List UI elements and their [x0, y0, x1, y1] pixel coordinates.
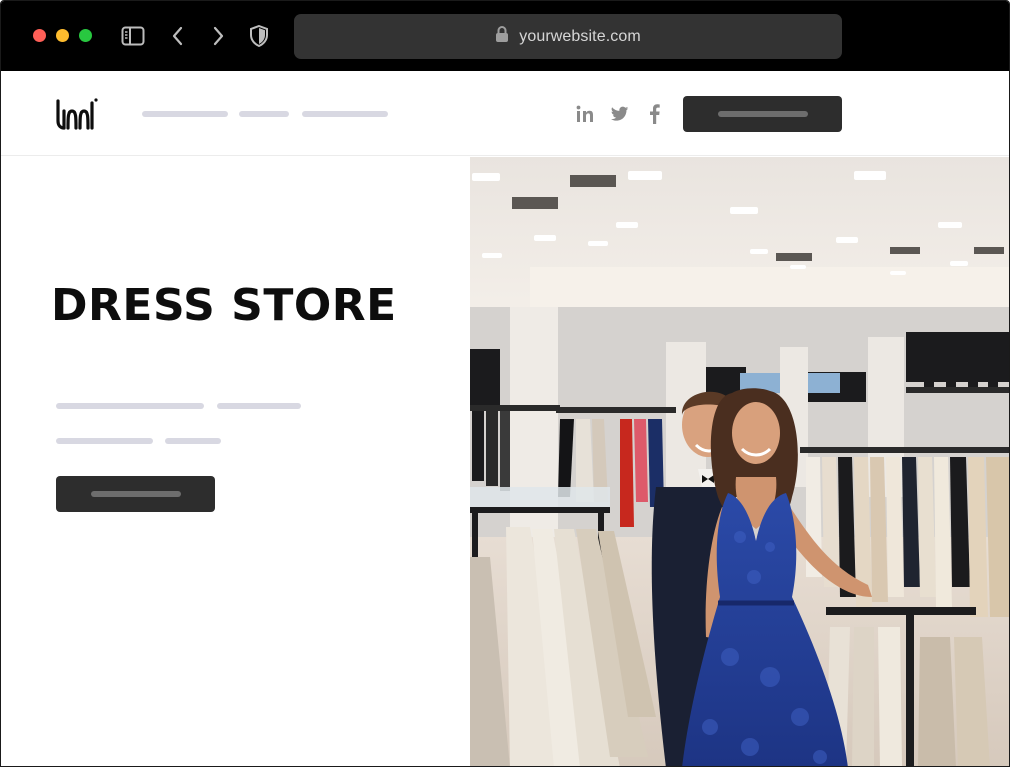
nav-link-placeholder-1[interactable]	[142, 111, 228, 117]
nav-link-placeholder-2[interactable]	[239, 111, 289, 117]
address-bar[interactable]: yourwebsite.com	[294, 14, 842, 59]
facebook-icon[interactable]	[643, 103, 665, 125]
twitter-icon[interactable]	[609, 103, 631, 125]
browser-toolbar: yourwebsite.com	[1, 1, 1009, 71]
hero-cta-button[interactable]	[56, 476, 215, 512]
hero-photo	[470, 157, 1009, 766]
minimize-window-button[interactable]	[56, 29, 69, 42]
shield-icon[interactable]	[246, 23, 272, 49]
lock-icon	[495, 25, 509, 48]
linkedin-icon[interactable]	[574, 103, 596, 125]
forward-arrow-icon[interactable]	[205, 23, 231, 49]
text-placeholder-line	[56, 438, 153, 444]
nav-link-placeholder-3[interactable]	[302, 111, 388, 117]
back-arrow-icon[interactable]	[165, 23, 191, 49]
browser-window: yourwebsite.com DRESS STORE	[0, 0, 1010, 767]
page-title: DRESS STORE	[51, 280, 397, 331]
text-placeholder-line	[165, 438, 221, 444]
button-label-placeholder	[717, 111, 808, 117]
text-placeholder-line	[56, 403, 204, 409]
url-text: yourwebsite.com	[519, 27, 641, 45]
header-cta-button[interactable]	[683, 96, 842, 132]
text-placeholder-line	[217, 403, 301, 409]
brand-logo-icon[interactable]	[55, 97, 99, 131]
button-label-placeholder	[90, 491, 181, 497]
zoom-window-button[interactable]	[79, 29, 92, 42]
sidebar-toggle-icon[interactable]	[120, 23, 146, 49]
close-window-button[interactable]	[33, 29, 46, 42]
